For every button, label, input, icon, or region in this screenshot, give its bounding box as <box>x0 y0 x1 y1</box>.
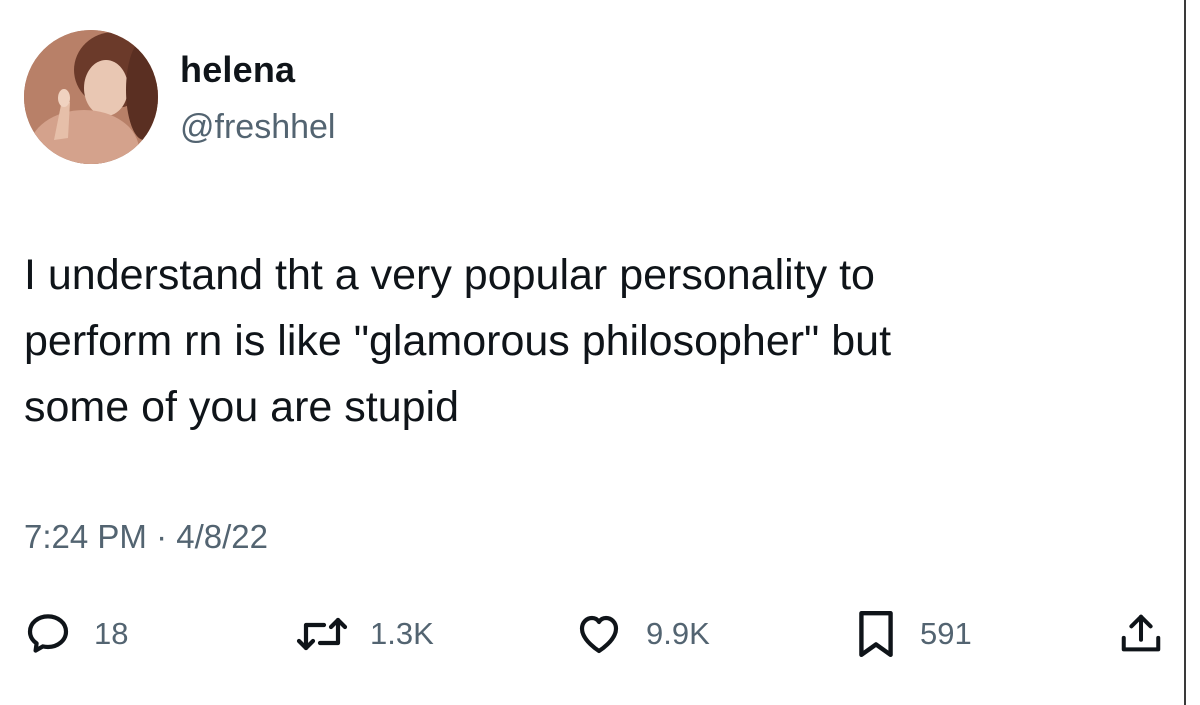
action-bar: 18 1.3K 9.9K 591 <box>0 604 1180 664</box>
like-button[interactable]: 9.9K <box>574 604 710 664</box>
display-name[interactable]: helena <box>180 48 295 92</box>
tweet-text-line: some of you are stupid <box>24 383 460 431</box>
bookmark-icon <box>859 610 893 658</box>
tweet-text: I understand tht a very popular personal… <box>24 242 1164 440</box>
reply-button[interactable]: 18 <box>24 604 128 664</box>
tweet-text-line: I understand tht a very popular personal… <box>24 251 875 299</box>
heart-icon <box>579 615 619 654</box>
window-edge <box>1184 0 1186 705</box>
tweet-text-line: perform rn is like "glamorous philosophe… <box>24 317 892 365</box>
bookmark-button[interactable]: 591 <box>854 604 972 664</box>
user-handle[interactable]: @freshhel <box>180 106 335 148</box>
retweet-count: 1.3K <box>370 616 434 651</box>
share-button[interactable] <box>1118 604 1164 664</box>
retweet-icon <box>296 617 348 651</box>
reply-count: 18 <box>94 616 129 651</box>
tweet-timestamp[interactable]: 7:24 PM · 4/8/22 <box>24 515 268 559</box>
bookmark-count: 591 <box>920 616 972 651</box>
like-count: 9.9K <box>646 616 710 651</box>
share-icon <box>1121 614 1161 652</box>
avatar[interactable] <box>24 30 158 164</box>
tweet-card: helena @freshhel I understand tht a very… <box>0 0 1200 705</box>
avatar-photo-icon <box>24 30 158 164</box>
reply-icon <box>27 614 69 653</box>
retweet-button[interactable]: 1.3K <box>296 604 434 664</box>
